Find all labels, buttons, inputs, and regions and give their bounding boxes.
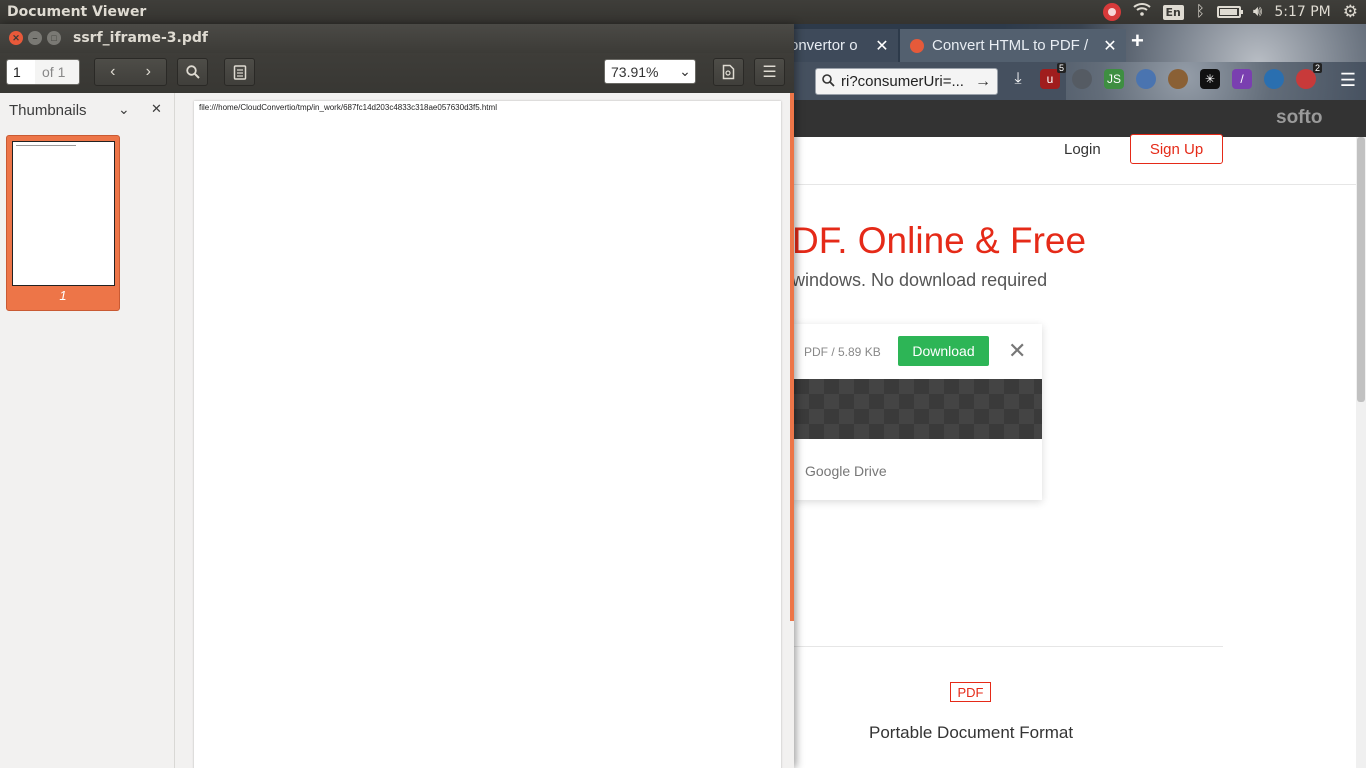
active-app-title: Document Viewer (7, 4, 147, 20)
page-nav-group: ‹ › (94, 58, 167, 86)
tab-label: onvertor o (790, 37, 858, 54)
format-name: Portable Document Format (869, 723, 1074, 742)
thumbnail-text-line (16, 145, 76, 146)
keyboard-layout-indicator[interactable]: En (1162, 4, 1184, 20)
page-scrollbar[interactable] (1356, 137, 1366, 768)
window-title: ssrf_iframe-3.pdf (73, 30, 208, 46)
window-titlebar[interactable]: ✕ – □ ssrf_iframe-3.pdf (0, 24, 794, 53)
chevron-down-icon: ⌄ (679, 63, 691, 79)
extension-row: ⤓ u5 JS ✳ / 2 (1008, 63, 1328, 89)
earth-icon[interactable] (1264, 69, 1284, 89)
address-bar[interactable]: ri?consumerUri=... → (815, 68, 998, 95)
spark-icon[interactable]: ✳ (1200, 69, 1220, 89)
document-icon (722, 64, 735, 80)
extension-badge: 5 (1056, 63, 1066, 73)
extension-icon-grey[interactable] (1072, 69, 1092, 89)
battery-icon[interactable] (1216, 6, 1243, 18)
scrollbar-thumb[interactable] (1357, 137, 1365, 402)
search-icon (822, 73, 835, 90)
page-text: file:///home/CloudConvertio/tmp/in_work/… (199, 103, 497, 112)
js-icon[interactable]: JS (1104, 69, 1124, 89)
page-selector: 1 of 1 (6, 59, 80, 85)
google-drive-link[interactable]: Google Drive (805, 463, 887, 479)
share-icon[interactable]: 2 (1296, 63, 1322, 89)
page-number-input[interactable]: 1 (7, 60, 35, 84)
document-area: file:///home/CloudConvertio/tmp/in_work/… (176, 93, 794, 768)
red-indicator-icon[interactable] (1102, 3, 1121, 21)
volume-icon[interactable]: 🔊︎ (1253, 0, 1262, 24)
new-tab-icon[interactable]: + (1131, 28, 1144, 54)
hamburger-menu-icon: ☰ (762, 64, 777, 81)
tab-convert-html-to-pdf[interactable]: Convert HTML to PDF / ✕ (900, 29, 1126, 62)
extension-badge: 2 (1312, 63, 1322, 73)
chevron-down-icon[interactable]: ⌄ (118, 101, 130, 118)
ublock-icon[interactable]: u5 (1040, 63, 1066, 89)
file-preview (794, 379, 1042, 439)
clock[interactable]: 5:17 PM (1274, 4, 1330, 20)
window-close-icon[interactable]: ✕ (9, 31, 23, 45)
next-page-icon[interactable]: › (131, 63, 167, 81)
previous-page-icon[interactable]: ‹ (95, 63, 131, 81)
pdf-page: file:///home/CloudConvertio/tmp/in_work/… (194, 101, 781, 768)
sidebar-header: Thumbnails ⌄ ✕ (0, 93, 175, 127)
document-properties-button[interactable] (713, 58, 744, 86)
bluetooth-icon[interactable]: ᛒ (1196, 0, 1205, 24)
globe-icon[interactable] (1136, 69, 1156, 89)
search-button[interactable] (177, 58, 208, 86)
gear-icon[interactable]: ⚙ (1343, 0, 1358, 24)
close-icon[interactable]: ✕ (1102, 36, 1118, 56)
browser-menu-icon[interactable]: ☰ (1340, 70, 1356, 91)
section-divider (794, 646, 1223, 647)
thumbnail-page-number: 1 (59, 288, 67, 303)
system-tray: En ᛒ 🔊︎ 5:17 PM ⚙ (1102, 0, 1366, 24)
sidebar-title: Thumbnails (9, 102, 87, 119)
top-panel: Document Viewer En ᛒ 🔊︎ 5:17 PM ⚙ (0, 0, 1366, 24)
close-icon[interactable]: ✕ (151, 101, 162, 117)
thumbnails-sidebar: Thumbnails ⌄ ✕ 1 (0, 93, 175, 768)
annotations-icon (233, 65, 246, 80)
pen-icon[interactable]: / (1232, 69, 1252, 89)
file-meta: PDF / 5.89 KB (804, 345, 881, 359)
hero-subtitle: windows. No download required (792, 270, 1048, 290)
close-icon[interactable]: ✕ (1008, 338, 1026, 364)
window-maximize-icon[interactable]: □ (47, 31, 61, 45)
viewer-toolbar: 1 of 1 ‹ › 73.91% ⌄ ☰ (0, 53, 794, 93)
search-icon (185, 65, 200, 79)
sign-up-button[interactable]: Sign Up (1130, 134, 1223, 164)
wifi-icon[interactable] (1132, 0, 1151, 24)
close-icon[interactable]: ✕ (874, 36, 890, 56)
download-icon[interactable]: ⤓ (1008, 69, 1028, 89)
tab-converter[interactable]: onvertor o ✕ (780, 29, 898, 62)
download-button[interactable]: Download (898, 336, 989, 366)
login-link[interactable]: Login (1064, 141, 1101, 158)
hero-title: DF. Online & Free (792, 220, 1087, 261)
menu-button[interactable]: ☰ (754, 58, 785, 86)
favicon-icon (910, 38, 924, 53)
zoom-selector[interactable]: 73.91% ⌄ (604, 59, 696, 84)
zoom-value: 73.91% (611, 63, 659, 80)
document-viewer-window: ✕ – □ ssrf_iframe-3.pdf 1 of 1 ‹ › 73.91… (0, 24, 794, 768)
tab-label: Convert HTML to PDF / (932, 37, 1089, 54)
annotations-button[interactable] (224, 58, 255, 86)
conversion-result-card: PDF / 5.89 KB Download ✕ Google Drive (794, 324, 1042, 500)
cookie-icon[interactable] (1168, 69, 1188, 89)
url-text: ri?consumerUri=... (841, 73, 964, 90)
document-scrollbar[interactable] (790, 93, 794, 621)
go-arrow-icon[interactable]: → (975, 73, 991, 91)
window-minimize-icon[interactable]: – (28, 31, 42, 45)
page-thumbnail[interactable]: 1 (6, 135, 120, 311)
thumbnail-page-preview (12, 141, 115, 286)
pdf-format-badge: PDF (950, 682, 991, 702)
page-total: of 1 (35, 60, 79, 84)
